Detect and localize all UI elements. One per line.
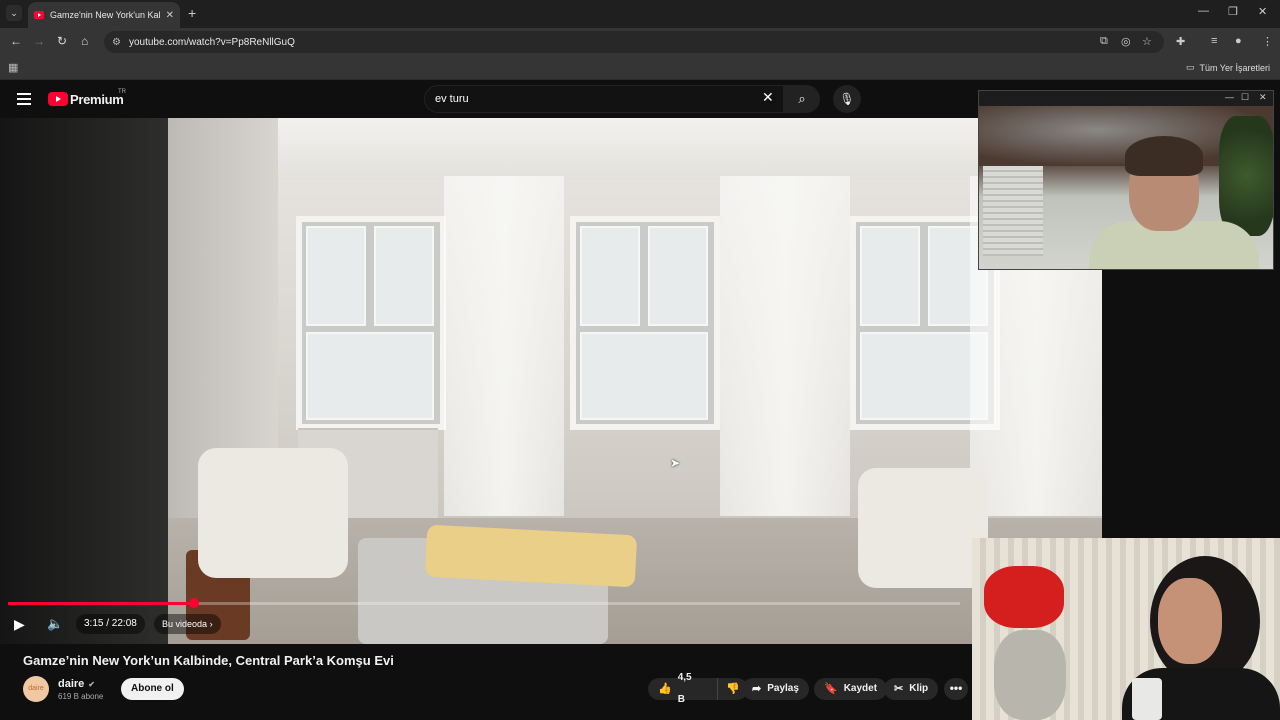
webcam-maximize-icon[interactable]: ☐ [1241, 92, 1249, 103]
clear-search-icon[interactable]: ✕ [762, 89, 774, 106]
media-controls-icon[interactable]: ≡ [1211, 35, 1217, 47]
browser-toolbar: ← → ↻ ⌂ ⚙ youtube.com/watch?v=Pp8ReNllGu… [0, 28, 1280, 56]
webcam-feed-guest [972, 538, 1280, 720]
search-input[interactable]: ev turu [424, 85, 784, 113]
share-icon: ➦ [752, 683, 762, 695]
webcam-window-top[interactable]: — ☐ ✕ [978, 90, 1274, 270]
save-button[interactable]: 🔖 Kaydet [814, 678, 888, 700]
webcam-feed-streamer [979, 106, 1273, 269]
save-label: Kaydet [843, 683, 878, 694]
webcam-minimize-icon[interactable]: — [1225, 92, 1234, 102]
channel-avatar[interactable]: daire [23, 676, 49, 702]
seek-bar-played [8, 602, 194, 605]
apps-grid-icon[interactable]: ▦ [8, 61, 18, 74]
webcam-window-titlebar: — ☐ ✕ [979, 91, 1273, 106]
video-title: Gamze’nin New York’un Kalbinde, Central … [23, 653, 394, 668]
chapter-label: Bu videoda [162, 619, 208, 629]
subscriber-count: 619 B abone [58, 692, 104, 701]
region-code: TR [118, 89, 126, 95]
video-frame [168, 118, 1102, 644]
browser-tab-bar: ⌄ Gamze'nin New York'un Kalbinde, Centra… [0, 0, 1280, 28]
seek-handle[interactable] [188, 598, 199, 608]
like-dislike-group: 👍 4,5 B 👎 [648, 672, 748, 705]
bookmark-icon: 🔖 [824, 683, 838, 695]
thumbs-up-icon: 👍 [658, 683, 672, 695]
chevron-right-icon: › [209, 619, 213, 629]
video-player[interactable]: ➤ ▶ 🔈 3:15 / 22:08 Bu videoda › [0, 118, 1102, 644]
bookmarks-bar: ▦ ▭ Tüm Yer İşaretleri [0, 56, 1280, 80]
install-app-icon[interactable]: ⧉ [1100, 35, 1108, 48]
all-bookmarks-label: Tüm Yer İşaretleri [1199, 62, 1270, 73]
voice-search-button[interactable]: 🎙 [833, 85, 861, 113]
back-icon[interactable]: ← [10, 34, 22, 48]
tab-close-icon[interactable]: ✕ [166, 10, 174, 21]
tab-search-icon[interactable]: ⌄ [6, 5, 22, 21]
more-actions-button[interactable]: ••• [944, 678, 968, 700]
chapter-button[interactable]: Bu videoda › [154, 614, 221, 634]
youtube-logo-icon[interactable] [48, 92, 68, 106]
forward-icon[interactable]: → [33, 34, 45, 48]
reload-icon[interactable]: ↻ [57, 34, 67, 48]
mouse-cursor-icon: ➤ [670, 456, 681, 470]
minimize-icon[interactable]: — [1198, 5, 1209, 17]
new-tab-button[interactable]: + [188, 5, 196, 21]
url-text: youtube.com/watch?v=Pp8ReNllGuQ [128, 36, 295, 48]
webcam-close-icon[interactable]: ✕ [1259, 92, 1267, 103]
youtube-favicon-icon [34, 11, 44, 19]
volume-icon[interactable]: 🔈 [47, 616, 63, 632]
mic-icon: 🎙 [839, 92, 855, 106]
folder-icon: ▭ [1185, 62, 1195, 72]
bookmark-star-icon[interactable]: ☆ [1142, 35, 1152, 48]
share-label: Paylaş [767, 683, 799, 694]
address-bar[interactable]: ⚙ youtube.com/watch?v=Pp8ReNllGuQ [104, 31, 1164, 53]
close-window-icon[interactable]: ✕ [1258, 5, 1267, 18]
profile-icon[interactable]: ● [1235, 35, 1242, 47]
tab-title: Gamze'nin New York'un Kalbinde, Central … [50, 10, 160, 20]
share-button[interactable]: ➦ Paylaş [742, 678, 809, 700]
player-letterbox [0, 118, 168, 644]
subscribe-button[interactable]: Abone ol [121, 678, 184, 700]
extensions-icon[interactable]: ✚ [1176, 35, 1185, 48]
all-bookmarks-button[interactable]: ▭ Tüm Yer İşaretleri [1186, 62, 1270, 73]
restore-icon[interactable]: ❐ [1228, 5, 1238, 18]
home-icon[interactable]: ⌂ [81, 34, 88, 48]
browser-tab[interactable]: Gamze'nin New York'un Kalbinde, Central … [28, 2, 180, 28]
site-info-icon[interactable]: ⚙ [112, 37, 121, 48]
youtube-premium-wordmark[interactable]: Premium [70, 92, 124, 107]
clip-button[interactable]: ✂ Klip [884, 678, 939, 700]
scissors-icon: ✂ [894, 683, 904, 695]
play-icon[interactable]: ▶ [14, 616, 25, 633]
channel-name-link[interactable]: daire ✔ [58, 678, 95, 690]
channel-name: daire [58, 678, 85, 690]
time-display: 3:15 / 22:08 [76, 614, 145, 634]
search-icon: ⌕ [798, 91, 806, 106]
menu-icon[interactable]: ⋮ [1262, 35, 1273, 48]
hamburger-menu-icon[interactable] [17, 93, 31, 105]
seek-bar[interactable] [8, 598, 960, 608]
thumbs-down-icon: 👎 [726, 683, 740, 695]
clip-label: Klip [909, 683, 929, 694]
search-button[interactable]: ⌕ [784, 85, 820, 113]
like-button[interactable]: 👍 4,5 B [648, 672, 711, 705]
eye-off-icon[interactable]: ◎ [1121, 35, 1131, 48]
verified-icon: ✔ [88, 679, 95, 689]
like-count: 4,5 B [677, 672, 692, 705]
